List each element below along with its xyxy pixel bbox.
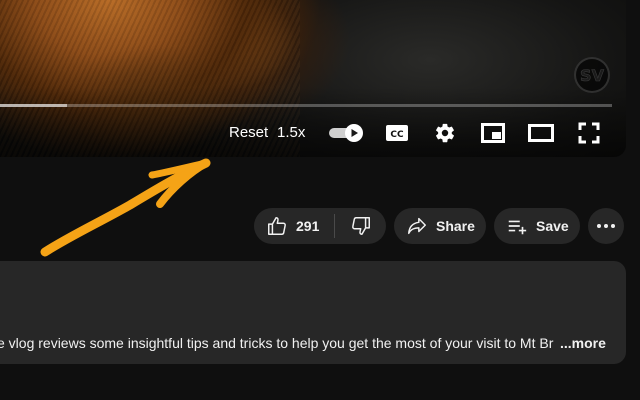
thumbs-down-icon bbox=[350, 215, 372, 237]
progress-bar[interactable] bbox=[0, 104, 612, 107]
svg-text:SV: SV bbox=[580, 66, 605, 85]
settings-icon[interactable] bbox=[432, 119, 458, 147]
share-button[interactable]: Share bbox=[394, 208, 486, 244]
autoplay-toggle-icon[interactable] bbox=[328, 119, 364, 147]
thumbs-up-icon bbox=[266, 215, 288, 237]
channel-watermark-icon[interactable]: SV bbox=[574, 57, 610, 93]
progress-fill bbox=[0, 104, 68, 107]
fullscreen-icon[interactable] bbox=[577, 119, 601, 147]
reset-speed-button[interactable]: Reset bbox=[229, 124, 268, 142]
svg-text:CC: CC bbox=[390, 130, 404, 140]
dislike-button[interactable] bbox=[335, 208, 386, 244]
playlist-add-icon bbox=[506, 215, 528, 237]
show-more-link[interactable]: ...more bbox=[560, 334, 606, 352]
description-box[interactable]: e vlog reviews some insightful tips and … bbox=[0, 261, 626, 364]
captions-icon[interactable]: CC bbox=[384, 119, 410, 147]
theater-mode-icon[interactable] bbox=[527, 119, 555, 147]
share-arrow-icon bbox=[406, 215, 428, 237]
description-text: e vlog reviews some insightful tips and … bbox=[0, 335, 554, 351]
save-label: Save bbox=[536, 218, 569, 234]
page: SV Reset 1.5x CC 291 Share Save e vlog r… bbox=[0, 0, 640, 400]
more-dots-icon bbox=[596, 223, 616, 229]
like-button[interactable]: 291 bbox=[254, 208, 334, 244]
more-actions-button[interactable] bbox=[588, 208, 624, 244]
share-label: Share bbox=[436, 218, 475, 234]
like-count: 291 bbox=[296, 218, 320, 234]
video-player[interactable]: SV Reset 1.5x CC bbox=[0, 0, 626, 157]
like-dislike-group: 291 bbox=[254, 208, 386, 244]
playback-speed-label[interactable]: 1.5x bbox=[277, 124, 305, 142]
miniplayer-icon[interactable] bbox=[480, 119, 506, 147]
save-button[interactable]: Save bbox=[494, 208, 580, 244]
